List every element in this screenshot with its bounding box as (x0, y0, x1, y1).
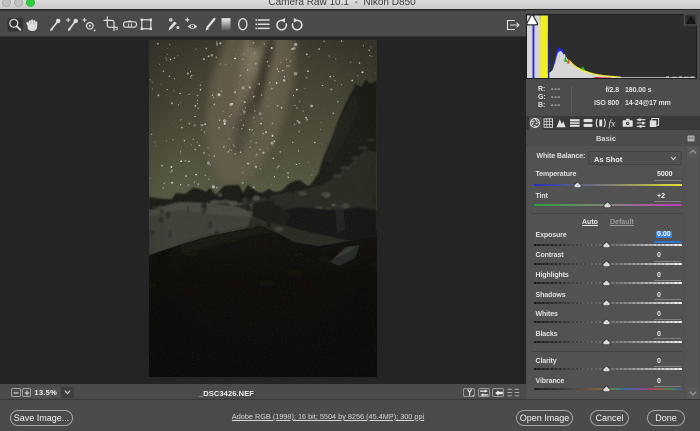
svg-text:fx: fx (609, 118, 617, 129)
